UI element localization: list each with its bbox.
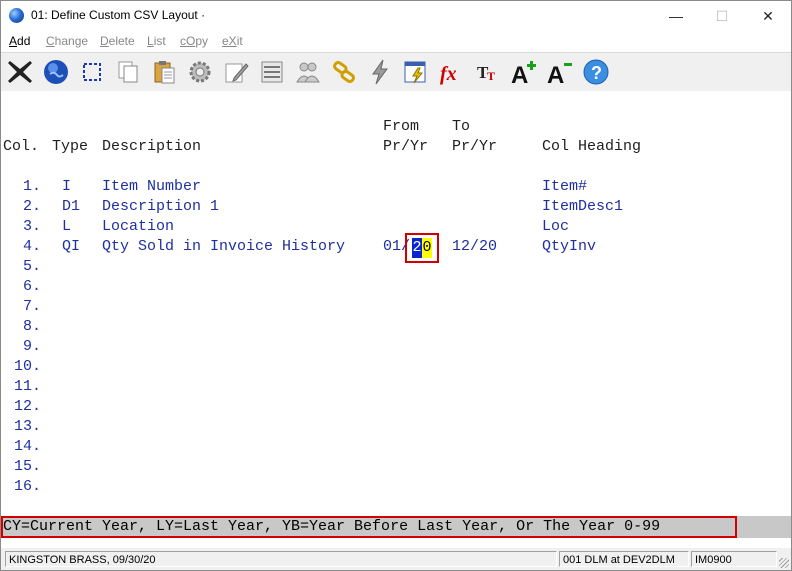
menu-exit[interactable]: eXit: [222, 34, 243, 48]
row-type[interactable]: D1: [62, 197, 80, 217]
title-bar: 01: Define Custom CSV Layout · — ☐ ✕: [1, 1, 791, 31]
menu-label-rest: ist: [153, 34, 166, 48]
menu-label-rest: py: [195, 34, 209, 48]
row-number: 2.: [22, 198, 41, 215]
row-number: 3.: [22, 218, 41, 235]
row-number: 8.: [22, 318, 41, 335]
link-icon[interactable]: [328, 56, 360, 88]
menu-label-rest: hange: [54, 34, 89, 48]
users-icon[interactable]: [292, 56, 324, 88]
row-number: 1.: [22, 178, 41, 195]
menu-label-rest: dd: [17, 34, 31, 48]
svg-text:A: A: [547, 62, 564, 88]
font-smaller-icon[interactable]: A: [544, 56, 576, 88]
row-type[interactable]: L: [62, 217, 71, 237]
from-header-bottom: Pr/Yr: [383, 138, 429, 155]
run-report-icon[interactable]: [400, 56, 432, 88]
row-number: 16.: [13, 478, 41, 495]
menu-label-rest: elete: [108, 34, 135, 48]
menu-mnemonic: D: [100, 34, 109, 48]
menu-copy[interactable]: cOpy: [180, 34, 208, 48]
edit-icon[interactable]: [220, 56, 252, 88]
help-highlight: [1, 516, 737, 538]
select-icon[interactable]: [76, 56, 108, 88]
window-title: 01: Define Custom CSV Layout ·: [31, 8, 206, 22]
list-icon[interactable]: [256, 56, 288, 88]
row-heading[interactable]: QtyInv: [542, 237, 596, 257]
row-number: 15.: [13, 458, 41, 475]
close-button[interactable]: ✕: [745, 1, 791, 31]
globe-icon[interactable]: [40, 56, 72, 88]
row-heading[interactable]: Loc: [542, 217, 569, 237]
menu-mnemonic: C: [46, 34, 55, 48]
font-size-icon[interactable]: TT: [472, 56, 504, 88]
row-number: 4.: [22, 238, 41, 255]
cursor-char-1: 2: [412, 239, 422, 256]
cursor-char-2: 0: [422, 239, 432, 256]
minimize-button[interactable]: —: [653, 1, 699, 31]
row-type[interactable]: QI: [62, 237, 80, 257]
menu-change[interactable]: Change: [46, 34, 88, 48]
type-header: Type: [52, 138, 89, 155]
menu-list[interactable]: List: [147, 34, 166, 48]
resize-grip-icon[interactable]: [779, 558, 789, 568]
row-description[interactable]: Description 1: [102, 197, 219, 217]
to-header-top: To: [452, 118, 471, 135]
row-heading[interactable]: ItemDesc1: [542, 197, 623, 217]
status-company: KINGSTON BRASS, 09/30/20: [5, 551, 557, 567]
function-icon[interactable]: fx: [436, 56, 468, 88]
row-number: 12.: [13, 398, 41, 415]
row-number: 6.: [22, 278, 41, 295]
menu-mnemonic: cO: [180, 34, 196, 48]
row-number: 9.: [22, 338, 41, 355]
row-number: 7.: [22, 298, 41, 315]
row-type[interactable]: I: [62, 177, 71, 197]
layout-grid: From To Col. Type Description Pr/Yr Pr/Y…: [1, 91, 791, 516]
row-number: 11.: [13, 378, 41, 395]
paste-icon[interactable]: [148, 56, 180, 88]
status-session: 001 DLM at DEV2DLM: [559, 551, 689, 567]
row-number: 14.: [13, 438, 41, 455]
menu-mnemonic: L: [147, 34, 154, 48]
row-number: 5.: [22, 258, 41, 275]
application-window: 01: Define Custom CSV Layout · — ☐ ✕ Add…: [0, 0, 792, 571]
row-number: 13.: [13, 418, 41, 435]
lightning-icon[interactable]: [364, 56, 396, 88]
font-larger-icon[interactable]: A: [508, 56, 540, 88]
toolbar: fx TT A A ?: [1, 52, 791, 92]
svg-text:T: T: [487, 69, 495, 83]
status-bar: KINGSTON BRASS, 09/30/20 001 DLM at DEV2…: [1, 548, 791, 570]
help-icon[interactable]: ?: [580, 56, 612, 88]
app-globe-icon: [9, 8, 24, 23]
row-description[interactable]: Item Number: [102, 177, 201, 197]
col-heading-header: Col Heading: [542, 138, 642, 155]
menu-mnemonic: A: [9, 34, 18, 48]
row-description[interactable]: Qty Sold in Invoice History: [102, 237, 345, 257]
col-header: Col.: [3, 138, 40, 155]
svg-text:fx: fx: [440, 63, 457, 85]
menu-add[interactable]: Add: [9, 34, 30, 48]
from-header-top: From: [383, 118, 420, 135]
svg-text:?: ?: [591, 63, 602, 83]
row-heading[interactable]: Item#: [542, 177, 587, 197]
edit-cursor-char[interactable]: 2: [412, 238, 422, 258]
status-program: IM0900: [691, 551, 777, 567]
settings-icon[interactable]: [184, 56, 216, 88]
row-description[interactable]: Location: [102, 217, 174, 237]
to-header-bottom: Pr/Yr: [452, 138, 498, 155]
description-header: Description: [102, 138, 202, 155]
row-number: 10.: [13, 358, 41, 375]
svg-text:A: A: [511, 62, 528, 88]
exit-icon[interactable]: [4, 56, 36, 88]
menu-delete[interactable]: Delete: [100, 34, 135, 48]
edit-field-char[interactable]: 0: [422, 238, 432, 258]
maximize-button[interactable]: ☐: [699, 1, 745, 31]
menu-bar: Add Change Delete List cOpy eXit: [1, 31, 791, 51]
menu-label-rest: it: [236, 34, 243, 48]
row-to[interactable]: 12/20: [452, 237, 497, 257]
copy-icon[interactable]: [112, 56, 144, 88]
menu-mnemonic: eX: [222, 34, 237, 48]
